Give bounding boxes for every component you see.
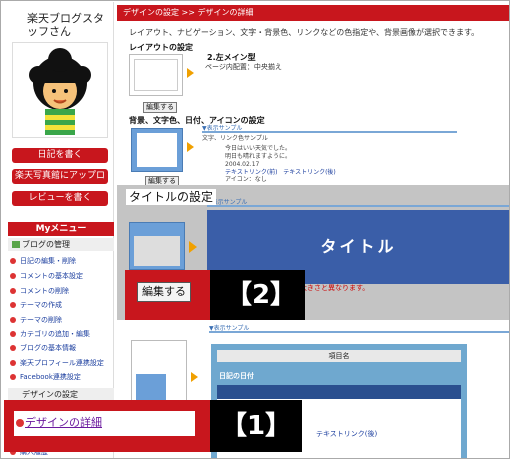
upload-photo-button[interactable]: 楽天写真館にアップロード xyxy=(12,169,108,196)
title-settings-panel: ▼表示サンプル タイトルの設定 タイトル の大きさと異なります。 編集する 【2… xyxy=(117,185,509,320)
arrow-right-icon xyxy=(187,68,194,78)
page-frame: 楽天ブログスタッフさん 日記を書く 楽天写真館にアップロード レビューを書く M… xyxy=(0,0,510,459)
page-description: レイアウト、ナビゲーション、文字・背景色、リンクなどの色指定や、背景画像が選択で… xyxy=(129,28,480,37)
callout-1-label: 【1】 xyxy=(210,400,302,452)
user-name: 楽天ブログスタッフさん xyxy=(27,12,104,38)
link-after[interactable]: テキストリンク(後) xyxy=(283,169,336,176)
sidebar-item-comment-settings[interactable]: コメントの基本設定 xyxy=(10,270,114,282)
sample-body: 今日はいい天気でした。 明日も晴れますように。 2004.02.17 xyxy=(225,145,292,168)
arrow-right-icon xyxy=(189,241,197,253)
arrow-right-icon xyxy=(191,372,198,382)
sample-label: ▼表示サンプル xyxy=(202,125,457,133)
sidebar-item-comment-delete[interactable]: コメントの削除 xyxy=(10,285,114,297)
sidebar-item-design-detail[interactable]: デザインの詳細 xyxy=(25,414,102,432)
bullet-icon xyxy=(10,258,16,264)
blog-management-section: ブログの管理 xyxy=(8,238,114,251)
bullet-icon xyxy=(10,360,16,366)
bullet-icon xyxy=(10,345,16,351)
sidebar-item-blog-info[interactable]: ブログの基本情報 xyxy=(10,342,114,354)
sidebar-item-theme-create[interactable]: テーマの作成 xyxy=(10,299,114,311)
sidebar-item-theme-delete[interactable]: テーマの削除 xyxy=(10,314,114,326)
sample-link-after[interactable]: テキストリンク(後) xyxy=(316,429,377,439)
main-content: デザインの設定 >> デザインの詳細 レイアウト、ナビゲーション、文字・背景色、… xyxy=(117,2,509,458)
sidebar-item-profile-link[interactable]: 楽天プロフィール連携設定 xyxy=(10,357,114,369)
section-title: ブログの管理 xyxy=(22,240,70,249)
sample-label: ▼表示サンプル xyxy=(209,325,509,333)
sidebar: 楽天ブログスタッフさん 日記を書く 楽天写真館にアップロード レビューを書く M… xyxy=(2,2,114,458)
arrow-right-icon xyxy=(187,142,194,152)
sample-label: ▼表示サンプル xyxy=(207,199,509,207)
bullet-icon xyxy=(10,273,16,279)
title-thumbnail xyxy=(129,222,185,270)
sidebar-item-facebook[interactable]: Facebook連携設定 xyxy=(10,371,114,383)
my-menu-header: Myメニュー xyxy=(8,222,114,236)
bg-thumbnail xyxy=(131,128,183,172)
avatar xyxy=(12,42,108,138)
bullet-icon xyxy=(10,317,16,323)
avatar-image xyxy=(29,48,91,135)
bullet-icon xyxy=(10,302,16,308)
pencil-icon xyxy=(12,241,20,248)
diary-date-label: 日記の日付 xyxy=(219,372,254,380)
bullet-icon xyxy=(10,331,16,337)
edit-title-button[interactable]: 編集する xyxy=(137,282,191,302)
callout-2-label: 【2】 xyxy=(225,280,297,310)
breadcrumb: デザインの設定 >> デザインの詳細 xyxy=(117,5,509,21)
sample-icon-text: アイコン：なし xyxy=(225,176,267,183)
layout-alignment: ページ内配置：中央揃え xyxy=(205,63,282,71)
title-section-title: タイトルの設定 xyxy=(126,189,217,205)
sample-text: 文字、リンク色サンプル xyxy=(202,135,268,142)
bullet-icon xyxy=(10,374,16,380)
write-diary-button[interactable]: 日記を書く xyxy=(12,148,108,163)
edit-layout-button[interactable]: 編集する xyxy=(143,102,177,113)
sidebar-item-category[interactable]: カテゴリの追加・編集 xyxy=(10,328,114,340)
sidebar-item-edit-diary[interactable]: 日記の編集・削除 xyxy=(10,255,114,267)
layout-thumbnail xyxy=(129,54,183,96)
layout-section-title: レイアウトの設定 xyxy=(129,43,193,52)
write-review-button[interactable]: レビューを書く xyxy=(12,191,108,206)
item-header: 項目名 xyxy=(217,350,461,362)
bullet-icon xyxy=(16,419,24,427)
bullet-icon xyxy=(10,288,16,294)
